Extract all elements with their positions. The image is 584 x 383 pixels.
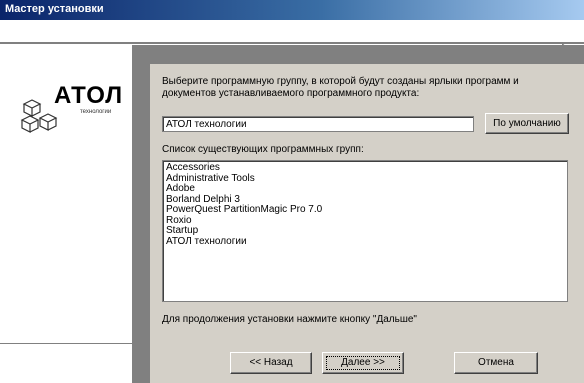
title-bar: Мастер установки xyxy=(0,0,584,20)
continue-hint: Для продолжения установки нажмите кнопку… xyxy=(162,314,417,325)
default-button-label: По умолчанию xyxy=(493,118,561,129)
list-item[interactable]: Adobe xyxy=(166,183,564,195)
cancel-button-label: Отмена xyxy=(478,357,514,368)
window-title: Мастер установки xyxy=(5,3,104,15)
instruction-text: Выберите программную группу, в которой б… xyxy=(162,76,519,99)
sidebar-bottom-divider xyxy=(0,343,134,344)
header-strip xyxy=(0,20,584,42)
back-button[interactable]: << Назад xyxy=(230,352,312,374)
list-item[interactable]: Startup xyxy=(166,225,564,237)
default-button[interactable]: По умолчанию xyxy=(485,113,569,134)
atol-logo: АТОЛ технологии xyxy=(20,82,130,142)
next-button[interactable]: Далее >> xyxy=(322,352,404,374)
list-item[interactable]: Administrative Tools xyxy=(166,173,564,185)
cancel-button[interactable]: Отмена xyxy=(454,352,538,374)
wizard-content: Выберите программную группу, в которой б… xyxy=(150,64,584,383)
list-item[interactable]: Accessories xyxy=(166,162,564,174)
back-button-label: << Назад xyxy=(249,357,293,368)
program-group-input[interactable] xyxy=(162,116,474,132)
group-list-label: Список существующих программных групп: xyxy=(162,144,364,155)
list-item[interactable]: PowerQuest PartitionMagic Pro 7.0 xyxy=(166,204,564,216)
logo-brand: АТОЛ xyxy=(54,82,124,109)
program-group-list[interactable]: Accessories Administrative Tools Adobe B… xyxy=(162,160,568,302)
list-item[interactable]: Roxio xyxy=(166,215,564,227)
next-button-label: Далее >> xyxy=(341,357,385,368)
list-item[interactable]: АТОЛ технологии xyxy=(166,236,564,248)
logo-subtitle: технологии xyxy=(80,109,112,115)
